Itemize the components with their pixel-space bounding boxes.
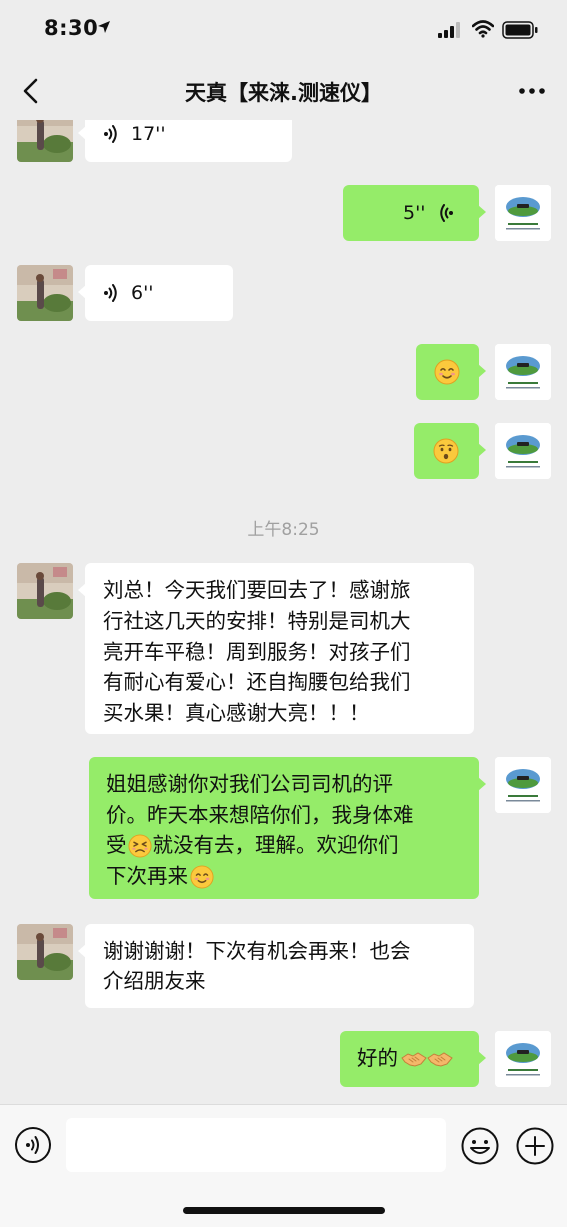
back-icon[interactable]	[16, 74, 46, 108]
voice-wave-icon	[104, 125, 117, 143]
message-fragment: 好的	[357, 1046, 398, 1070]
status-bar: 8:30	[0, 0, 567, 60]
message-line: 价。昨天本来想陪你们，我身体难	[106, 802, 414, 827]
persevering-face-icon	[127, 834, 152, 858]
handshake-icon	[427, 1052, 453, 1067]
contact-photo	[17, 563, 73, 619]
message-line: 介绍朋友来	[103, 969, 206, 993]
contact-avatar[interactable]	[17, 265, 73, 321]
status-time: 8:30	[44, 16, 99, 40]
voice-duration: 17''	[131, 123, 166, 145]
company-logo	[495, 423, 551, 479]
text-message[interactable]: 刘总！今天我们要回去了！感谢旅 行社这几天的安排！特别是司机大 亮开车平稳！周到…	[78, 563, 474, 734]
more-icon[interactable]	[515, 76, 549, 106]
voice-message[interactable]: 6''	[78, 265, 233, 321]
home-indicator[interactable]	[183, 1207, 385, 1214]
text-message[interactable]: 好的	[340, 1031, 486, 1087]
message-line: 谢谢谢谢！下次有机会再来！也会	[103, 939, 411, 963]
my-avatar[interactable]	[495, 344, 551, 400]
message-line: 姐姐感谢你对我们公司司机的评	[106, 772, 393, 796]
message-list[interactable]: 17'' 5'' 6'' 上午8:25 刘总！今天我们要回去了！感谢旅 行社这几…	[0, 120, 567, 1104]
company-logo	[495, 344, 551, 400]
my-avatar[interactable]	[495, 757, 551, 813]
text-message[interactable]: 谢谢谢谢！下次有机会再来！也会 介绍朋友来	[78, 924, 474, 1008]
contact-photo	[17, 120, 73, 162]
message-line: 买水果！真心感谢大亮！！！	[103, 701, 370, 726]
contact-photo	[17, 924, 73, 980]
text-message[interactable]: 姐姐感谢你对我们公司司机的评 价。昨天本来想陪你们，我身体难 受 就没有去，理解…	[89, 757, 486, 899]
contact-avatar[interactable]	[17, 924, 73, 980]
hushed-face-icon	[433, 438, 459, 464]
smiling-face-icon	[434, 359, 460, 385]
company-logo	[495, 1031, 551, 1087]
voice-duration: 6''	[131, 282, 154, 304]
location-arrow-icon	[98, 21, 110, 33]
voice-wave-icon	[104, 284, 117, 302]
cellular-signal-icon	[438, 22, 460, 38]
contact-photo	[17, 265, 73, 321]
battery-icon	[502, 21, 538, 39]
add-icon[interactable]	[515, 1126, 555, 1166]
message-fragment: 下次再来	[106, 863, 188, 888]
message-line: 有耐心有爱心！还自掏腰包给我们	[103, 670, 411, 695]
message-line: 亮开车平稳！周到服务！对孩子们	[103, 639, 411, 664]
message-fragment: 就没有去，理解。欢迎你们	[152, 833, 399, 857]
company-logo	[495, 757, 551, 813]
my-avatar[interactable]	[495, 423, 551, 479]
smiling-face-icon	[190, 864, 214, 889]
message-line: 刘总！今天我们要回去了！感谢旅	[103, 578, 411, 602]
chat-header: 天真【来涞.测速仪】	[0, 60, 567, 120]
wifi-icon	[472, 20, 494, 38]
chat-title: 天真【来涞.测速仪】	[185, 81, 382, 105]
message-line: 行社这几天的安排！特别是司机大	[103, 608, 411, 633]
company-logo	[495, 185, 551, 241]
contact-avatar[interactable]	[17, 563, 73, 619]
message-line: 受 就没有去，理解。欢迎你们	[106, 830, 479, 861]
voice-message[interactable]: 17''	[78, 120, 292, 162]
timestamp-separator: 上午8:25	[247, 520, 320, 540]
my-avatar[interactable]	[495, 1031, 551, 1087]
voice-duration: 5''	[403, 202, 426, 224]
message-input[interactable]	[66, 1118, 446, 1172]
emoji-picker-icon[interactable]	[460, 1126, 500, 1166]
handshake-icon	[401, 1052, 427, 1067]
message-fragment: 受	[106, 833, 127, 857]
emoji-message[interactable]	[414, 423, 486, 479]
voice-message[interactable]: 5''	[343, 185, 486, 241]
emoji-message[interactable]	[416, 344, 486, 400]
voice-input-icon[interactable]	[14, 1126, 52, 1164]
contact-avatar[interactable]	[17, 120, 73, 162]
voice-wave-icon	[439, 204, 453, 222]
message-line: 下次再来	[106, 861, 479, 892]
my-avatar[interactable]	[495, 185, 551, 241]
